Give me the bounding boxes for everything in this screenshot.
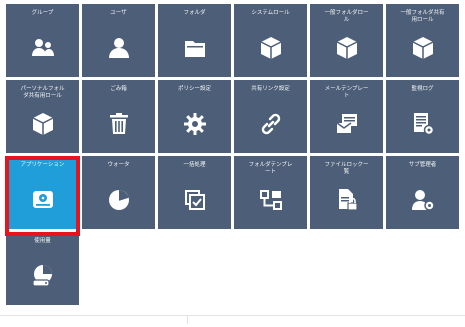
tile-label: アプリケーション (20, 162, 65, 168)
tile-label: グループ (31, 10, 54, 16)
tile-file-lock-list[interactable]: ファイルロックー 覧 (310, 156, 383, 229)
tile-label: 共有リンク設定 (251, 86, 290, 92)
tile-folder-template[interactable]: フォルダテンプレ ート (234, 156, 307, 229)
cube-icon (410, 35, 436, 61)
gear-icon (182, 111, 208, 137)
tile-application[interactable]: アプリケーション (6, 156, 79, 229)
link-icon (258, 111, 284, 137)
tile-batch-processing[interactable]: 一括処理 (158, 156, 231, 229)
tile-label: 使用量 (34, 238, 51, 244)
tile-label: ごみ箱 (110, 86, 127, 92)
folder-icon (182, 35, 208, 61)
tile-mail-template[interactable]: メールテンプレー ト (310, 80, 383, 153)
tile-label: 一括処理 (183, 162, 206, 168)
tile-label: メールテンプレー ト (324, 86, 369, 99)
tile-label: 監視ログ (411, 86, 434, 92)
tile-user[interactable]: ユーザ (82, 4, 155, 77)
application-drive-icon (30, 187, 56, 213)
group-icon (30, 35, 56, 61)
tile-label: ポリシー設定 (177, 86, 211, 92)
cube-icon (258, 35, 284, 61)
user-icon (106, 35, 132, 61)
admin-menu-grid: グループ ユーザ フォルダ システムロール 一般フォルダロー ル 一般フォルダ共… (6, 4, 461, 310)
tile-general-folder-share-role[interactable]: 一般フォルダ共有 用ロール (386, 4, 459, 77)
batch-check-icon (182, 187, 208, 213)
tile-sub-administrator[interactable]: サブ管理者 (386, 156, 459, 229)
tile-system-role[interactable]: システムロール (234, 4, 307, 77)
tile-label: フォルダテンプレ ート (248, 162, 293, 175)
file-lock-icon (334, 187, 360, 213)
tile-label: フォルダ (183, 10, 206, 16)
tile-label: サブ管理者 (408, 162, 437, 168)
tile-trash[interactable]: ごみ箱 (82, 80, 155, 153)
sub-admin-icon (410, 187, 436, 213)
tile-label: ウォータ (107, 162, 130, 168)
tile-label: ファイルロックー 覧 (324, 162, 369, 175)
tile-quota[interactable]: ウォータ (82, 156, 155, 229)
divider (187, 316, 188, 324)
log-document-icon (410, 111, 436, 137)
tile-personal-folder-share-role[interactable]: パーソナルフォル ダ共有用ロール (6, 80, 79, 153)
tile-general-folder-role[interactable]: 一般フォルダロー ル (310, 4, 383, 77)
tile-group[interactable]: グループ (6, 4, 79, 77)
tile-audit-log[interactable]: 監視ログ (386, 80, 459, 153)
cube-icon (30, 111, 56, 137)
tile-usage[interactable]: 使用量 (6, 232, 79, 305)
folder-template-icon (258, 187, 284, 213)
divider (0, 315, 465, 316)
tile-folder[interactable]: フォルダ (158, 4, 231, 77)
pie-chart-icon (106, 187, 132, 213)
tile-policy-settings[interactable]: ポリシー設定 (158, 80, 231, 153)
tile-label: パーソナルフォル ダ共有用ロール (20, 86, 65, 99)
tile-label: 一般フォルダロー ル (324, 10, 369, 23)
tile-label: 一般フォルダ共有 用ロール (400, 10, 445, 23)
cube-icon (334, 35, 360, 61)
tile-label: ユーザ (110, 10, 127, 16)
mail-template-icon (334, 111, 360, 137)
usage-icon (30, 263, 56, 289)
tile-share-link-settings[interactable]: 共有リンク設定 (234, 80, 307, 153)
tile-label: システムロール (251, 10, 290, 16)
trash-icon (106, 111, 132, 137)
